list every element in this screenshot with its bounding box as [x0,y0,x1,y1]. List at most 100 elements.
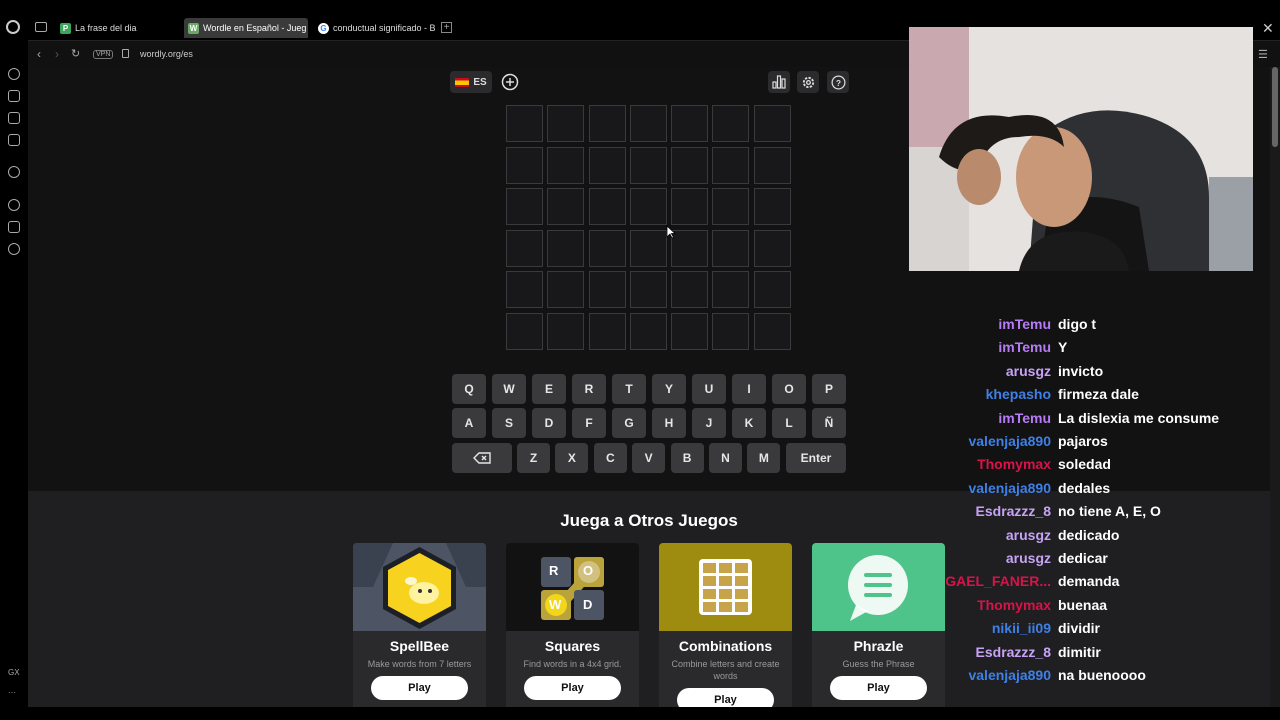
tab-island-icon[interactable] [35,22,47,32]
game-description: Combine letters and create words [671,659,780,681]
key-b[interactable]: B [670,443,704,473]
forward-icon[interactable]: › [55,47,59,61]
chat-message: imTemu La dislexia me consume [930,410,1270,432]
back-icon[interactable]: ‹ [37,47,41,61]
new-game-button[interactable] [499,71,521,93]
key-h[interactable]: H [652,408,686,438]
tab-conductual[interactable]: G conductual significado - B [314,18,436,38]
key-m[interactable]: M [747,443,781,473]
enter-key[interactable]: Enter [786,443,846,473]
key-z[interactable]: Z [517,443,550,473]
sidebar-refresh-icon[interactable] [8,68,20,80]
board-cell [712,105,750,142]
chat-username[interactable]: valenjaja890 [968,667,1051,683]
key-k[interactable]: K [732,408,766,438]
chat-username[interactable]: Esdrazzz_8 [976,644,1051,660]
key-f[interactable]: F [572,408,606,438]
key-v[interactable]: V [632,443,666,473]
new-tab-button[interactable]: + [441,22,452,33]
chat-username[interactable]: valenjaja890 [968,433,1051,449]
backspace-key[interactable] [452,443,512,473]
key-q[interactable]: Q [452,374,486,404]
sidebar-pencil-icon[interactable] [8,112,20,124]
key-n[interactable]: N [709,443,742,473]
sidebar-gx-label[interactable]: GX [8,668,20,677]
key-x[interactable]: X [555,443,589,473]
play-button[interactable]: Play [830,676,927,700]
chat-text: pajaros [1058,433,1108,449]
key-e[interactable]: E [532,374,566,404]
reload-icon[interactable]: ↻ [71,47,80,60]
key-s[interactable]: S [492,408,526,438]
key-p[interactable]: P [812,374,846,404]
chat-text: dividir [1058,620,1101,637]
key-w[interactable]: W [492,374,526,404]
sidebar-settings-icon[interactable] [8,243,20,255]
key-c[interactable]: C [593,443,627,473]
key-ñ[interactable]: Ñ [812,408,846,438]
chat-username[interactable]: imTemu [998,410,1051,426]
board-cell [671,188,709,225]
chat-username[interactable]: nikii_ii09 [992,620,1051,636]
tab-wordle[interactable]: W Wordle en Español - Jueg [184,18,308,38]
browser-sidebar: GX ··· [0,40,28,720]
chat-username[interactable]: imTemu [998,339,1051,355]
chat-text: digo t [1058,316,1097,332]
chat-text: firmeza dale [1058,386,1139,403]
board-cell [506,229,543,267]
key-g[interactable]: G [612,408,646,438]
chat-username[interactable]: khepasho [986,386,1051,402]
play-button[interactable]: Play [677,688,774,707]
key-i[interactable]: I [732,374,766,404]
page-scrollbar[interactable] [1270,67,1280,707]
key-r[interactable]: R [572,374,606,404]
easy-setup-icon[interactable]: ☰ [1258,48,1268,61]
chat-text: invicto [1058,362,1104,379]
language-button[interactable]: ES [450,71,492,93]
play-button[interactable]: Play [371,676,468,700]
sidebar-cube-icon[interactable] [8,221,20,233]
chat-username[interactable]: valenjaja890 [968,480,1051,496]
spellbee-image [353,543,486,631]
game-card-spellbee[interactable]: SpellBee Make words from 7 letters Play [353,543,486,707]
sidebar-m-icon[interactable] [8,134,20,146]
chat-username[interactable]: Thomymax [977,456,1051,472]
sidebar-history-icon[interactable] [8,199,20,211]
board-cell [712,229,750,267]
key-t[interactable]: T [612,374,646,404]
window-close-icon[interactable]: ✕ [1262,20,1274,37]
key-o[interactable]: O [772,374,806,404]
chat-message: valenjaja890 dedales [930,480,1270,502]
play-button[interactable]: Play [524,676,621,700]
chat-text: Y [1058,339,1068,356]
key-j[interactable]: J [692,408,726,438]
sidebar-chatgpt-icon[interactable] [8,166,20,178]
sidebar-shop-icon[interactable] [8,90,20,102]
game-card-squares[interactable]: R O W D Squares Find words in a 4x4 grid… [506,543,639,707]
game-card-combinations[interactable]: Combinations Combine letters and create … [659,543,792,707]
key-u[interactable]: U [692,374,726,404]
key-y[interactable]: Y [652,374,686,404]
chat-username[interactable]: Esdrazzz_8 [976,503,1051,519]
sidebar-more-icon[interactable]: ··· [8,688,16,697]
chat-username[interactable]: GAEL_FANER... [945,573,1051,589]
vpn-badge[interactable]: VPN [93,50,114,59]
scrollbar-thumb[interactable] [1272,67,1278,147]
chat-username[interactable]: Thomymax [977,597,1051,613]
key-l[interactable]: L [772,408,806,438]
url-text[interactable]: wordly.org/es [140,49,193,59]
stats-button[interactable] [768,71,790,93]
chat-username[interactable]: imTemu [998,316,1051,332]
tab-frase-del-dia[interactable]: P La frase del dia [56,18,178,38]
key-d[interactable]: D [532,408,566,438]
board-cell [629,105,667,142]
key-a[interactable]: A [452,408,486,438]
chat-username[interactable]: arusgz [1006,550,1051,566]
board-cell [753,312,791,350]
chat-username[interactable]: arusgz [1006,363,1051,379]
chat-username[interactable]: arusgz [1006,527,1051,543]
opera-logo-icon[interactable] [6,20,20,34]
help-button[interactable]: ? [827,71,849,93]
settings-button[interactable] [797,71,819,93]
game-card-phrazle[interactable]: Phrazle Guess the Phrase Play [812,543,945,707]
